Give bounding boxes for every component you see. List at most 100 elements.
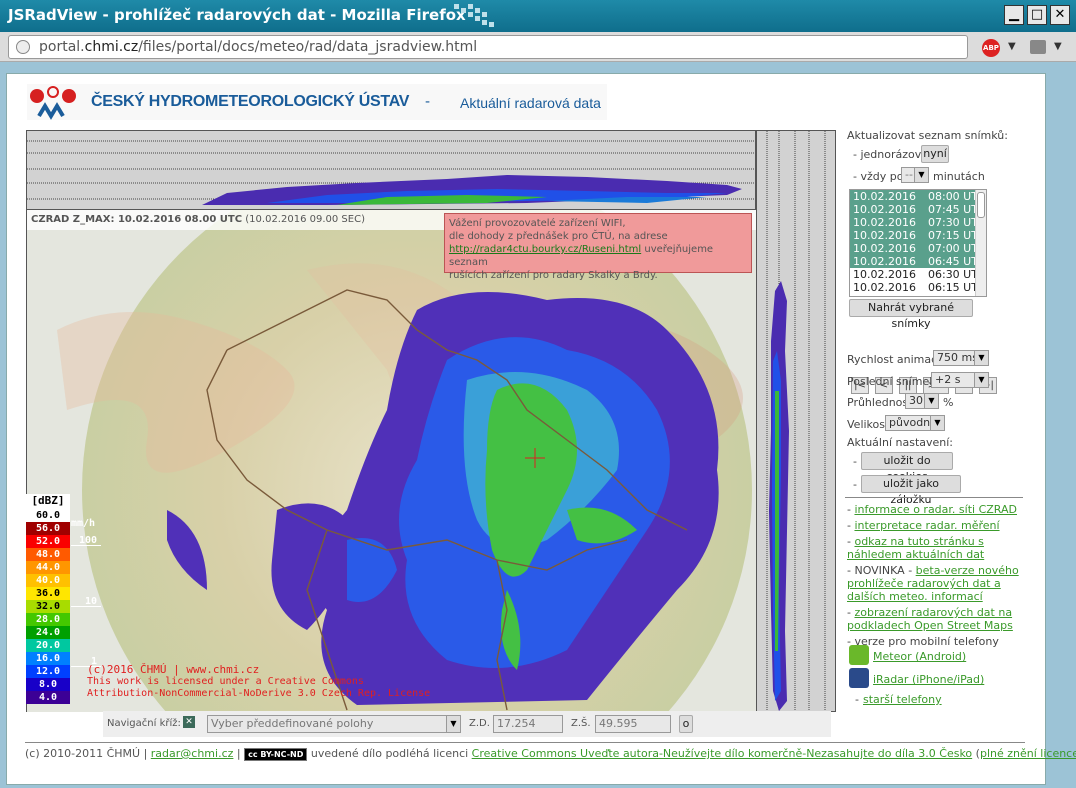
close-button[interactable]: ✕ <box>1050 5 1070 25</box>
radar-image <box>27 210 756 712</box>
rate-tick <box>71 606 101 607</box>
sidebar-divider <box>845 497 1023 498</box>
rate-unit: mm/h <box>71 518 96 529</box>
navigation-cross-bar: Navigační kříž: ✕ Vyber předdefinované p… <box>103 711 831 737</box>
adblock-icon[interactable]: ABP <box>982 39 1000 57</box>
snapshot-item[interactable]: 10.02.2016 06:30 UTC <box>850 268 986 281</box>
legend-row: 24.0 <box>26 626 70 639</box>
titlebar-decoration <box>454 4 494 27</box>
opacity-label: Průhlednost <box>847 396 913 409</box>
every-label: - vždy po <box>853 170 904 183</box>
update-title: Aktualizovat seznam snímků: <box>847 129 1008 142</box>
extension-icon[interactable] <box>1030 40 1046 54</box>
legend-title: [dBZ] <box>26 494 70 509</box>
save-bookmark-button[interactable]: uložit jako záložku <box>861 475 961 506</box>
size-select[interactable]: původní ▼ <box>885 415 945 431</box>
chmi-header: ČESKÝ HYDROMETEOROLOGICKÝ ÚSTAV - Aktuál… <box>27 84 607 120</box>
snapshot-item[interactable]: 10.02.2016 06:45 UTC <box>850 255 986 268</box>
footer-email-link[interactable]: radar@chmi.cz <box>151 747 234 760</box>
snapshot-item[interactable]: 10.02.2016 06:15 UTC <box>850 281 986 294</box>
footer-license-link[interactable]: Creative Commons Uveďte autora-Neužívejt… <box>472 747 973 760</box>
minutes-label: minutách <box>933 170 985 183</box>
bullet-dash: - <box>855 693 859 706</box>
adblock-dropdown-icon[interactable]: ▼ <box>1008 41 1016 52</box>
link-page-preview[interactable]: odkaz na tuto stránku s náhledem aktuáln… <box>847 535 984 561</box>
radar-top-profile <box>26 130 756 210</box>
maximize-button[interactable]: □ <box>1027 5 1047 25</box>
notice-line: Vážení provozovatelé zařízení WIFI, <box>449 218 626 229</box>
legend-row: 32.0 <box>26 600 70 613</box>
wifi-notice: Vážení provozovatelé zařízení WIFI, dle … <box>444 213 752 281</box>
snapshot-item[interactable]: 10.02.2016 07:30 UTC <box>850 216 986 229</box>
rate-label: 0.1 <box>79 714 98 725</box>
speed-select[interactable]: 750 ms ▼ <box>933 350 989 366</box>
snapshot-item[interactable]: 10.02.2016 08:00 UTC <box>850 190 986 203</box>
notice-link[interactable]: http://radar4ctu.bourky.cz/Ruseni.html <box>449 244 641 255</box>
link-network-info[interactable]: informace o radar. síti CZRAD <box>854 503 1017 516</box>
window-title: JSRadView - prohlížeč radarových dat - M… <box>8 6 466 24</box>
url-prefix: portal. <box>39 39 85 55</box>
legend-row: 12.0 <box>26 665 70 678</box>
snapshot-item[interactable]: 10.02.2016 07:15 UTC <box>850 229 986 242</box>
url-bar[interactable]: portal.chmi.cz/files/portal/docs/meteo/r… <box>8 35 968 59</box>
list-scrollbar[interactable] <box>975 190 986 296</box>
legend-row: 8.0 <box>26 678 70 691</box>
link-osm[interactable]: zobrazení radarových dat na podkladech O… <box>847 606 1013 632</box>
android-app-icon[interactable] <box>849 645 869 665</box>
footer-license-text: uvedené dílo podléhá licenci <box>307 747 472 760</box>
save-cookies-button[interactable]: uložit do cookies <box>861 452 953 483</box>
notice-line: dle dohody z přednášek pro ČTÚ, na adres… <box>449 231 668 242</box>
now-button[interactable]: nyní <box>921 145 949 163</box>
link-meteor-android[interactable]: Meteor (Android) <box>873 650 966 663</box>
legend-row: 20.0 <box>26 639 70 652</box>
legend-row: 40.0 <box>26 574 70 587</box>
page-footer: (c) 2010-2011 ČHMÚ | radar@chmi.cz | cc … <box>25 747 1076 761</box>
chevron-down-icon: ▼ <box>974 373 988 387</box>
legend-row: 36.0 <box>26 587 70 600</box>
snapshot-item[interactable]: 10.02.2016 07:00 UTC <box>850 242 986 255</box>
every-select[interactable]: -- ▼ <box>901 167 929 183</box>
opacity-select[interactable]: 30 ▼ <box>905 393 939 409</box>
lon-input[interactable]: 17.254 <box>493 715 563 733</box>
every-value: -- <box>905 168 913 181</box>
preset-placeholder: Vyber předdefinované polohy <box>211 717 374 730</box>
chmi-logo-icon <box>30 86 76 120</box>
snapshot-item[interactable]: 10.02.2016 07:45 UTC <box>850 203 986 216</box>
lon-label: Z.D. <box>469 718 490 729</box>
snapshot-date: 10.02.2016 <box>853 268 916 281</box>
link-old-phones[interactable]: starší telefony <box>863 693 942 706</box>
chevron-down-icon: ▼ <box>924 394 938 408</box>
nav-cross-toggle-icon[interactable]: ✕ <box>183 716 195 728</box>
legend-row: 60.0 <box>26 509 70 522</box>
current-settings-label: Aktuální nastavení: <box>847 436 954 449</box>
extension-dropdown-icon[interactable]: ▼ <box>1054 41 1062 52</box>
page-content: ČESKÝ HYDROMETEOROLOGICKÝ ÚSTAV - Aktuál… <box>6 73 1076 785</box>
cc-license-badge[interactable]: cc BY-NC-ND <box>244 747 308 761</box>
go-button[interactable]: o <box>679 715 693 733</box>
last-frame-value: +2 s <box>935 373 961 386</box>
local-time: (10.02.2016 09.00 SEC) <box>245 214 365 225</box>
scrollbar-thumb[interactable] <box>977 192 985 218</box>
snapshot-date: 10.02.2016 <box>853 242 916 255</box>
legend-row: 52.0 <box>26 535 70 548</box>
copyright-line: Attribution-NonCommercial-NoDerive 3.0 C… <box>87 688 431 699</box>
once-label: - jednorázově <box>853 148 929 161</box>
iphone-app-icon[interactable] <box>849 668 869 688</box>
snapshot-date: 10.02.2016 <box>853 203 916 216</box>
link-iradar[interactable]: iRadar (iPhone/iPad) <box>873 673 984 686</box>
chevron-down-icon: ▼ <box>446 716 460 732</box>
snapshot-date: 10.02.2016 <box>853 281 916 294</box>
snapshot-list[interactable]: 10.02.2016 08:00 UTC 10.02.2016 07:45 UTC 10… <box>849 189 987 297</box>
link-interpretation[interactable]: interpretace radar. měření <box>854 519 999 532</box>
legend-row: 48.0 <box>26 548 70 561</box>
lat-input[interactable]: 49.595 <box>595 715 671 733</box>
preset-location-select[interactable]: Vyber předdefinované polohy ▼ <box>207 715 461 733</box>
load-snapshots-button[interactable]: Nahrát vybrané snímky <box>849 299 973 330</box>
globe-icon <box>16 40 30 54</box>
rate-tick <box>71 545 101 546</box>
minimize-button[interactable]: ▁ <box>1004 5 1024 25</box>
radar-map[interactable]: CZRAD Z_MAX: 10.02.2016 08.00 UTC (10.02… <box>26 210 756 712</box>
snapshot-date: 10.02.2016 <box>853 190 916 203</box>
last-frame-select[interactable]: +2 s ▼ <box>931 372 989 388</box>
footer-full-license-link[interactable]: plné znění licence <box>980 747 1076 760</box>
